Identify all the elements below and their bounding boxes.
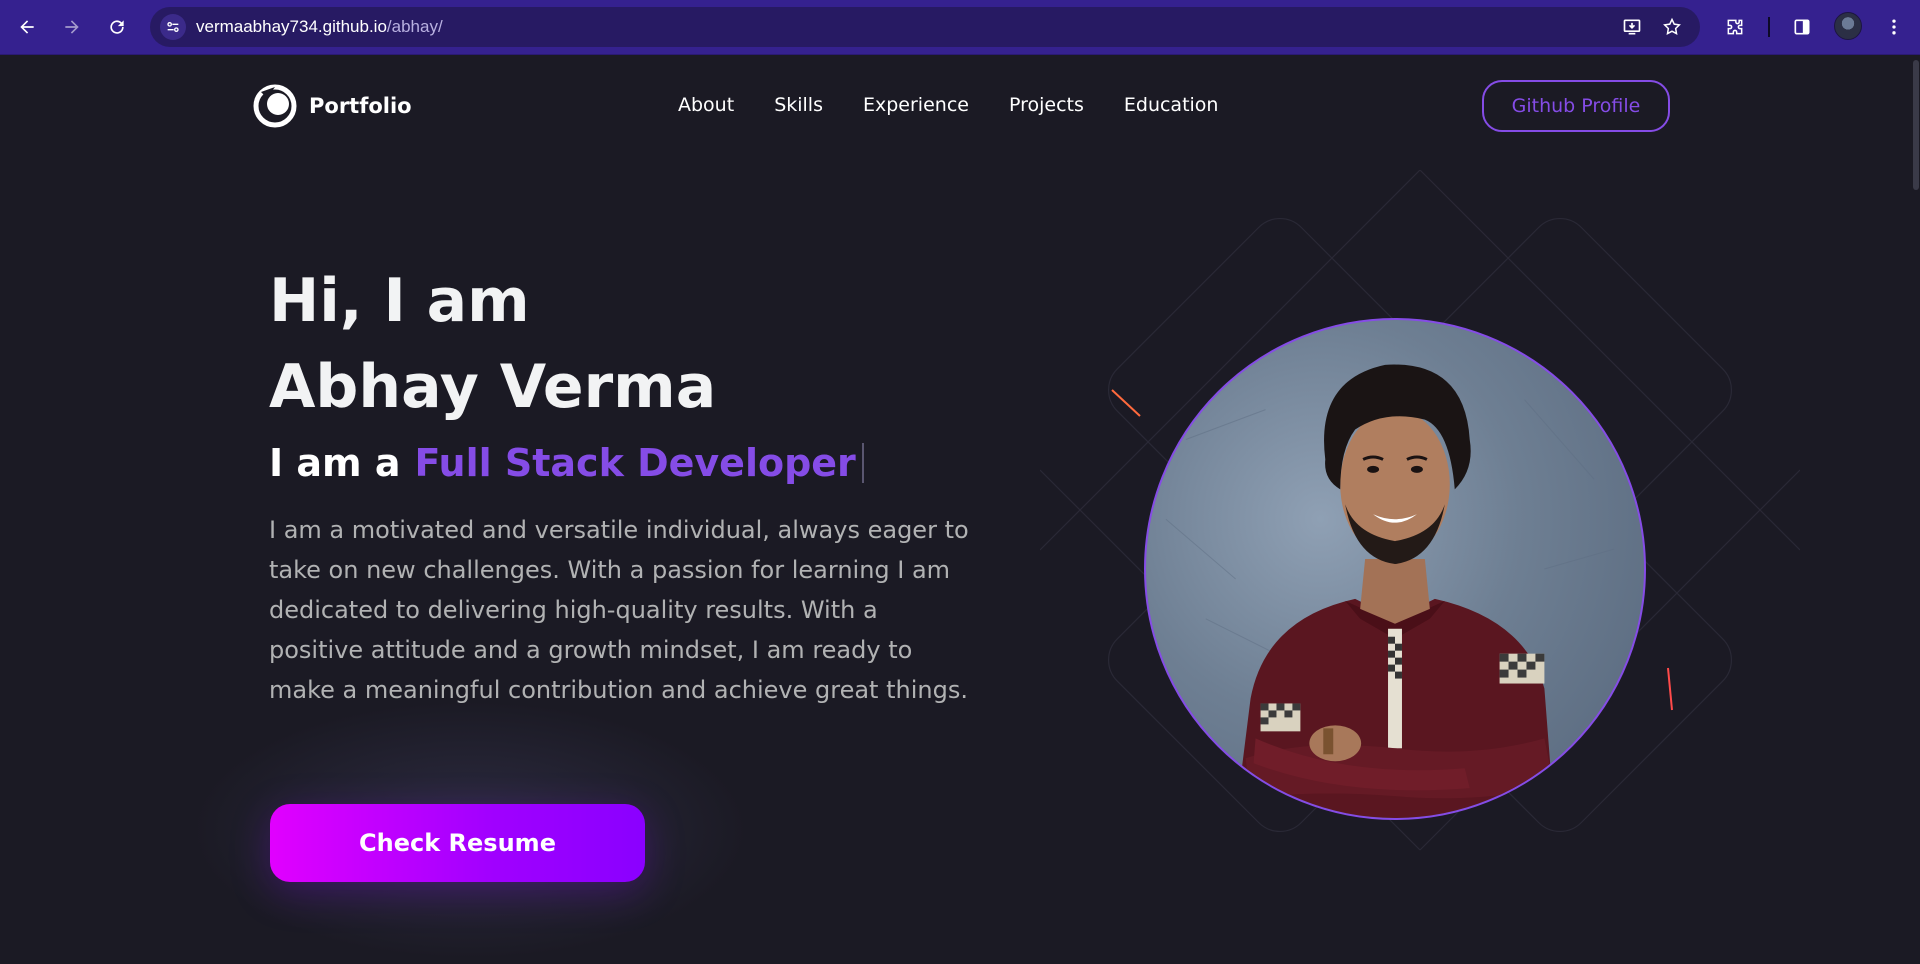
kebab-menu-icon xyxy=(1892,19,1896,35)
logo-text: Portfolio xyxy=(309,94,412,118)
back-button[interactable] xyxy=(12,12,42,42)
hero-title-line1: Hi, I am xyxy=(269,266,530,336)
extensions-button[interactable] xyxy=(1720,12,1750,42)
install-icon[interactable] xyxy=(1620,15,1644,39)
nav-link-about[interactable]: About xyxy=(678,94,734,116)
side-panel-button[interactable] xyxy=(1787,12,1817,42)
typing-cursor xyxy=(861,443,864,483)
nav-link-skills[interactable]: Skills xyxy=(774,94,823,116)
side-panel-icon xyxy=(1794,19,1810,35)
scrollbar-thumb[interactable] xyxy=(1913,60,1919,190)
nav-link-education[interactable]: Education xyxy=(1124,94,1219,116)
forward-button[interactable] xyxy=(57,12,87,42)
role-typed-text: Full Stack Developer xyxy=(414,441,856,485)
url-path: /abhay/ xyxy=(386,17,443,36)
arrow-right-icon xyxy=(65,20,79,34)
tune-icon[interactable] xyxy=(160,14,186,40)
arrow-left-icon xyxy=(20,20,34,34)
profile-illustration xyxy=(1165,364,1615,818)
profile-avatar[interactable] xyxy=(1834,12,1862,40)
check-resume-button[interactable]: Check Resume xyxy=(270,804,645,882)
logo-icon xyxy=(253,84,297,128)
profile-photo xyxy=(1144,318,1646,820)
hero-role: I am a Full Stack Developer xyxy=(269,441,864,485)
role-prefix: I am a xyxy=(269,441,401,485)
nav-link-experience[interactable]: Experience xyxy=(863,94,969,116)
hero-description: I am a motivated and versatile individua… xyxy=(269,516,969,704)
address-bar[interactable]: vermaabhay734.github.io/abhay/ xyxy=(150,7,1700,47)
site-logo[interactable]: Portfolio xyxy=(253,84,412,128)
nav-links: About Skills Experience Projects Educati… xyxy=(678,94,1218,116)
hero-title-line2: Abhay Verma xyxy=(269,352,717,422)
reload-button[interactable] xyxy=(102,12,132,42)
browser-menu-button[interactable] xyxy=(1879,12,1909,42)
hero-title: Hi, I am Abhay Verma xyxy=(269,258,716,430)
url-host: vermaabhay734.github.io xyxy=(196,17,387,36)
puzzle-icon xyxy=(1727,19,1743,35)
nav-link-projects[interactable]: Projects xyxy=(1009,94,1084,116)
github-profile-button[interactable]: Github Profile xyxy=(1482,80,1670,132)
url-text[interactable]: vermaabhay734.github.io/abhay/ xyxy=(196,17,443,37)
reload-icon xyxy=(110,20,124,34)
site-navbar: Portfolio About Skills Experience Projec… xyxy=(0,56,1920,156)
star-icon[interactable] xyxy=(1660,15,1684,39)
browser-toolbar: vermaabhay734.github.io/abhay/ xyxy=(0,0,1920,55)
toolbar-divider xyxy=(1768,17,1770,37)
page-scrollbar[interactable] xyxy=(1912,56,1920,964)
